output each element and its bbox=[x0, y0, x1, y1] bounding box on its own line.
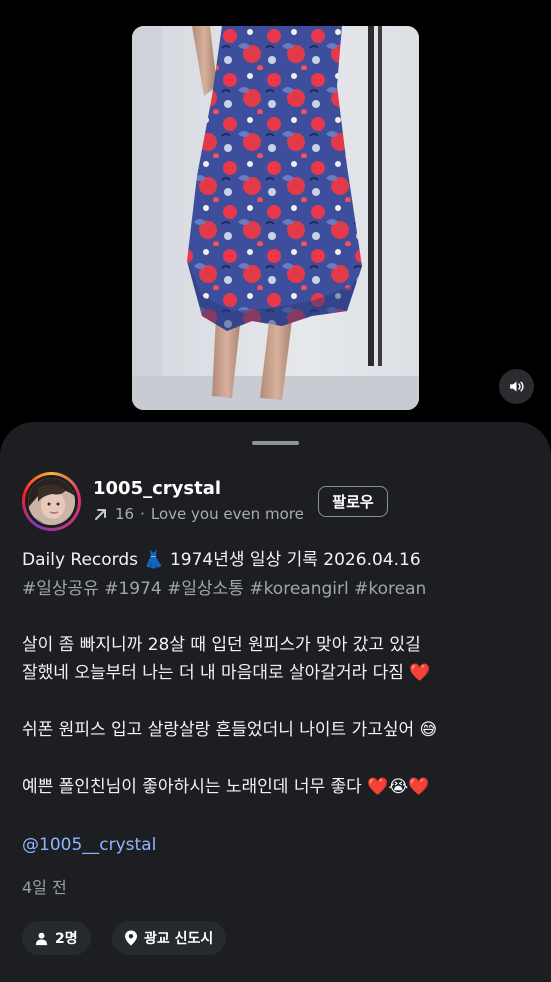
sheet-drag-handle[interactable] bbox=[252, 441, 299, 445]
hashtags[interactable]: #일상공유 #1974 #일상소통 #koreangirl #korean bbox=[22, 575, 532, 603]
people-tag-chip[interactable]: 2명 bbox=[22, 921, 91, 955]
location-name: 광교 신도시 bbox=[144, 931, 214, 947]
username[interactable]: 1005_crystal bbox=[93, 478, 221, 499]
caption-line: 살이 좀 빠지니까 28살 때 입던 원피스가 맞아 갔고 있길 bbox=[22, 635, 421, 655]
location-chip[interactable]: 광교 신도시 bbox=[112, 921, 227, 955]
volume-button[interactable] bbox=[499, 369, 534, 404]
caption-line: 예쁜 폴인친님이 좋아하시는 노래인데 너무 좋다 ❤️😭❤️ bbox=[22, 777, 430, 797]
post-meta: 16 · Love you even more bbox=[93, 505, 304, 523]
caption-line: 잘했네 오늘부터 나는 더 내 마음대로 살아갈거라 다짐 ❤️ bbox=[22, 663, 431, 683]
caption-line: 쉬폰 원피스 입고 살랑살랑 흔들었더니 나이트 가고싶어 😅 bbox=[22, 720, 438, 740]
avatar[interactable] bbox=[22, 472, 81, 531]
volume-icon bbox=[508, 378, 525, 395]
music-title[interactable]: Love you even more bbox=[151, 505, 304, 523]
repost-count: 16 bbox=[115, 505, 135, 523]
caption-title: Daily Records 👗 1974년생 일상 기록 2026.04.16 bbox=[22, 550, 421, 570]
arrow-up-right-icon bbox=[93, 506, 109, 522]
person-icon bbox=[34, 931, 49, 946]
location-pin-icon bbox=[124, 930, 138, 946]
video-player[interactable] bbox=[132, 26, 419, 410]
people-count: 2명 bbox=[55, 931, 78, 947]
post-time: 4일 전 bbox=[22, 878, 67, 897]
avatar-photo bbox=[28, 478, 75, 525]
avatar-ring-gap bbox=[25, 475, 78, 528]
meta-separator: · bbox=[140, 505, 145, 523]
mention-link[interactable]: @1005__crystal bbox=[22, 831, 532, 859]
video-frame bbox=[132, 26, 419, 410]
follow-button[interactable]: 팔로우 bbox=[318, 486, 388, 517]
post-detail-sheet: 1005_crystal 16 · Love you even more 팔로우… bbox=[0, 422, 551, 982]
